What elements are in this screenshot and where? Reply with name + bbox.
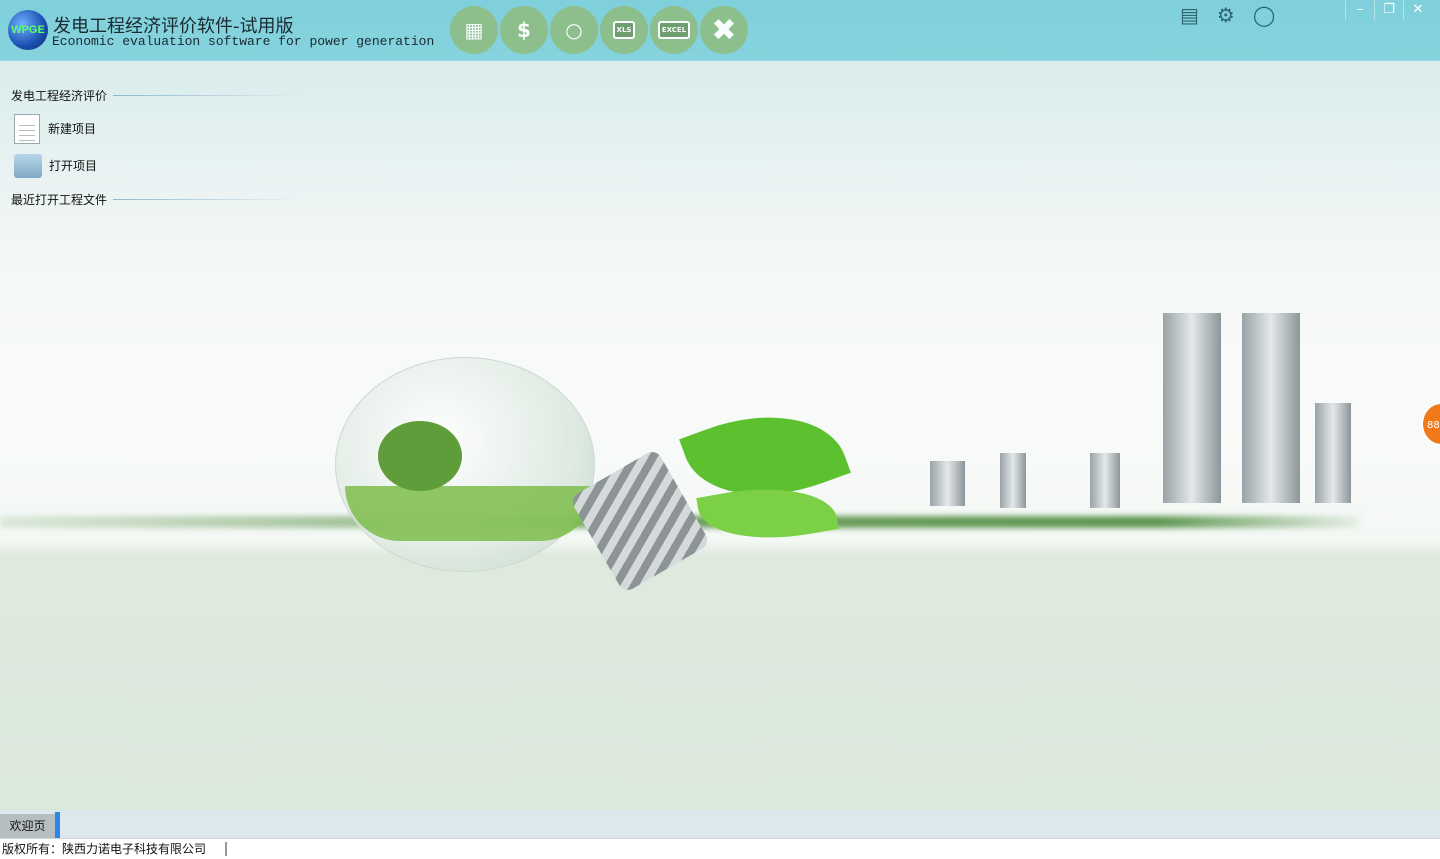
tower: [1163, 313, 1221, 503]
title-bar: WPGE 发电工程经济评价软件-试用版 Economic evaluation …: [0, 0, 1440, 61]
tower: [1315, 403, 1351, 503]
search-icon[interactable]: ○: [550, 6, 598, 54]
section-header: 最近打开工程文件: [11, 184, 300, 214]
section-header: 发电工程经济评价: [11, 80, 300, 110]
excel-icon[interactable]: EXCEL: [650, 6, 698, 54]
close-button[interactable]: ✕: [1403, 0, 1432, 20]
close-x-icon[interactable]: ✖: [700, 6, 748, 54]
tower: [1242, 313, 1300, 503]
active-tab-indicator: [55, 812, 60, 838]
document-icon[interactable]: ▤: [1180, 3, 1199, 27]
open-project-link[interactable]: 打开项目: [14, 147, 300, 184]
building: [930, 461, 965, 506]
tab-bar: 欢迎页: [0, 810, 1440, 838]
app-subtitle: Economic evaluation software for power g…: [52, 34, 435, 49]
new-document-icon: [14, 113, 40, 144]
xls-download-icon[interactable]: XLS: [600, 6, 648, 54]
status-bar: 版权所有：陕西力诺电子科技有限公司: [0, 838, 1440, 859]
new-project-link[interactable]: 新建项目: [14, 110, 300, 147]
minimize-button[interactable]: –: [1345, 0, 1374, 20]
grass: [345, 486, 595, 541]
folder-icon: [14, 153, 42, 178]
gear-icon[interactable]: ⚙: [1217, 3, 1235, 27]
building: [1090, 453, 1120, 508]
copyright-text: 版权所有：陕西力诺电子科技有限公司: [2, 842, 207, 856]
app-logo: WPGE: [8, 10, 48, 50]
building: [1000, 453, 1026, 508]
sidebar: 发电工程经济评价 新建项目 打开项目 最近打开工程文件: [0, 80, 300, 214]
tab-welcome[interactable]: 欢迎页: [0, 814, 55, 838]
money-cycle-icon[interactable]: $: [500, 6, 548, 54]
toolbar: ▦ $ ○ XLS EXCEL ✖: [450, 6, 748, 54]
tree: [378, 421, 462, 491]
restore-button[interactable]: ❐: [1374, 0, 1403, 20]
chat-icon[interactable]: ◯: [1253, 3, 1275, 27]
status-separator: [225, 842, 227, 856]
calculator-icon[interactable]: ▦: [450, 6, 498, 54]
